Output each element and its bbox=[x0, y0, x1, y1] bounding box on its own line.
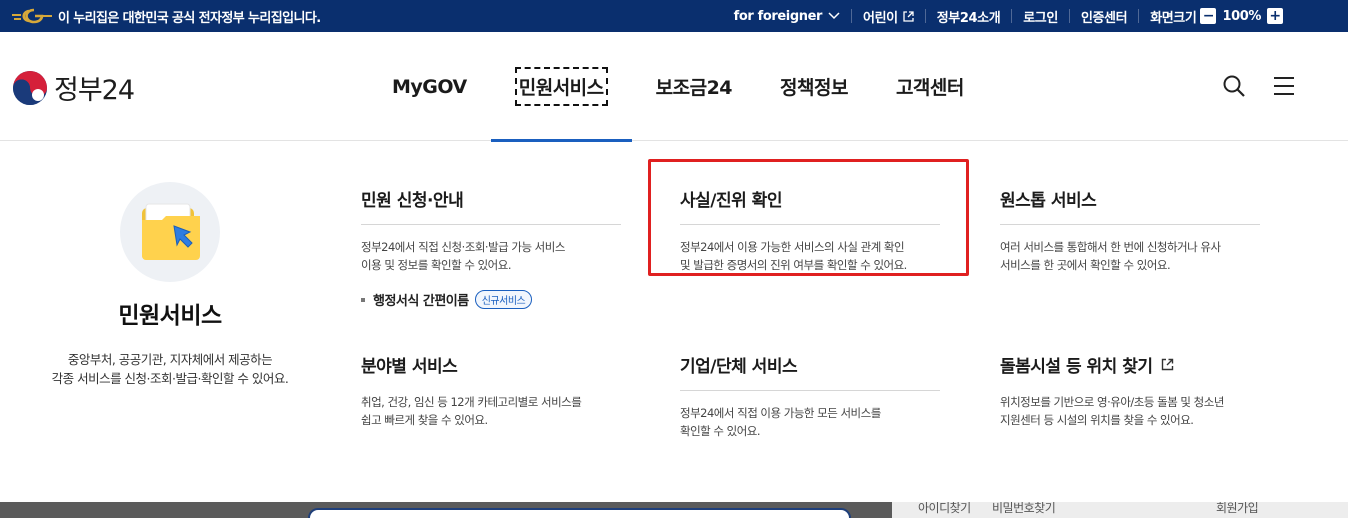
card-description-line: 이용 및 정보를 확인할 수 있어요. bbox=[361, 258, 511, 272]
card-title: 분야별 서비스 bbox=[361, 352, 621, 390]
cert-center-link[interactable]: 인증센터 bbox=[1068, 9, 1138, 26]
find-id-link[interactable]: 아이디찾기 bbox=[918, 502, 971, 516]
card-title: 기업/단체 서비스 bbox=[680, 352, 940, 391]
nav-civil-service[interactable]: 민원서비스 bbox=[490, 32, 632, 142]
find-password-link[interactable]: 비밀번호찾기 bbox=[992, 502, 1056, 516]
nav-mygov-label: MyGOV bbox=[392, 75, 467, 98]
card-description-line: 서비스를 한 곳에서 확인할 수 있어요. bbox=[1000, 258, 1171, 272]
card-business-service[interactable]: 기업/단체 서비스 정부24에서 직접 이용 가능한 모든 서비스를 확인할 수… bbox=[680, 352, 940, 440]
background-page: 아이디찾기 비밀번호찾기 회원가입 bbox=[0, 502, 1348, 518]
external-link-icon bbox=[1161, 358, 1173, 371]
admin-form-easy-name-link[interactable]: 행정서식 간편이름 신규서비스 bbox=[361, 290, 621, 309]
screen-size-label: 화면크기 bbox=[1150, 10, 1197, 26]
civil-service-mega-menu: 민원서비스 중앙부처, 공공기관, 지자체에서 제공하는 각종 서비스를 신청·… bbox=[0, 142, 1348, 502]
card-title-text: 분야별 서비스 bbox=[361, 357, 458, 377]
nav-customer-center-label: 고객센터 bbox=[895, 77, 964, 99]
card-description: 정부24에서 직접 신청·조회·발급 가능 서비스 이용 및 정보를 확인할 수… bbox=[361, 238, 621, 274]
card-care-facility-finder[interactable]: 돌봄시설 등 위치 찾기 위치정보를 기반으로 영·유아/초등 돌봄 및 청소년… bbox=[1000, 352, 1260, 429]
external-link-icon bbox=[903, 10, 914, 22]
card-title: 민원 신청·안내 bbox=[361, 186, 621, 225]
search-icon[interactable] bbox=[1222, 74, 1246, 98]
card-description-line: 정부24에서 직접 이용 가능한 모든 서비스를 bbox=[680, 406, 881, 420]
nav-policy-info-label: 정책정보 bbox=[780, 77, 848, 99]
chevron-down-icon bbox=[828, 12, 840, 20]
card-description-line: 확인할 수 있어요. bbox=[680, 424, 761, 438]
card-description-line: 지원센터 등 시설의 위치를 찾을 수 있어요. bbox=[1000, 413, 1194, 427]
about-gov24-label: 정부24소개 bbox=[936, 10, 1001, 26]
card-title: 원스톱 서비스 bbox=[1000, 186, 1260, 225]
highlight-box bbox=[648, 159, 969, 276]
zoom-out-button[interactable]: − bbox=[1200, 8, 1217, 24]
about-gov24-link[interactable]: 정부24소개 bbox=[924, 9, 1012, 26]
main-nav: MyGOV 민원서비스 보조금24 정책정보 고객센터 bbox=[368, 32, 988, 142]
kids-link[interactable]: 어린이 bbox=[851, 9, 925, 26]
e-government-logo bbox=[12, 8, 52, 24]
zoom-in-button[interactable]: + bbox=[1267, 8, 1283, 24]
for-foreigner-dropdown[interactable]: for foreigner bbox=[723, 8, 851, 24]
card-title-text: 민원 신청·안내 bbox=[361, 191, 464, 211]
site-header: 정부24 MyGOV 민원서비스 보조금24 정책정보 고객센터 bbox=[0, 32, 1348, 142]
menu-icon[interactable] bbox=[1272, 74, 1296, 98]
card-title-text: 원스톱 서비스 bbox=[1000, 191, 1097, 211]
folder-icon bbox=[142, 203, 200, 260]
login-label: 로그인 bbox=[1023, 10, 1058, 26]
card-onestop[interactable]: 원스톱 서비스 여러 서비스를 통합해서 한 번에 신청하거나 유사 서비스를 … bbox=[1000, 186, 1260, 274]
mega-description-line: 각종 서비스를 신청·조회·발급·확인할 수 있어요. bbox=[51, 371, 289, 386]
card-description: 취업, 건강, 임신 등 12개 카테고리별로 서비스를 쉽고 빠르게 찾을 수… bbox=[361, 393, 621, 429]
kids-label: 어린이 bbox=[863, 10, 898, 26]
mega-title: 민원서비스 bbox=[118, 303, 222, 329]
card-description: 정부24에서 직접 이용 가능한 모든 서비스를 확인할 수 있어요. bbox=[680, 404, 940, 440]
gov24-logo[interactable]: 정부24 bbox=[12, 68, 135, 107]
card-category-service[interactable]: 분야별 서비스 취업, 건강, 임신 등 12개 카테고리별로 서비스를 쉽고 … bbox=[361, 352, 621, 429]
for-foreigner-label: for foreigner bbox=[733, 8, 823, 24]
new-service-badge: 신규서비스 bbox=[474, 290, 533, 309]
nav-mygov[interactable]: MyGOV bbox=[368, 32, 491, 141]
taegeuk-logo-icon bbox=[13, 70, 47, 105]
nav-policy-info[interactable]: 정책정보 bbox=[756, 32, 872, 141]
card-description-line: 쉽고 빠르게 찾을 수 있어요. bbox=[361, 413, 488, 427]
nav-subsidy24[interactable]: 보조금24 bbox=[632, 32, 756, 141]
utility-nav: for foreigner 어린이 정부24소개 로그인 인증센터 화면크기 −… bbox=[723, 0, 1298, 32]
nav-subsidy24-label: 보조금24 bbox=[655, 77, 733, 99]
card-description-line: 여러 서비스를 통합해서 한 번에 신청하거나 유사 bbox=[1000, 240, 1221, 254]
gov-notice-bar: 이 누리집은 대한민국 공식 전자정부 누리집입니다. for foreigne… bbox=[0, 0, 1348, 32]
header-actions bbox=[1222, 74, 1296, 98]
card-description: 여러 서비스를 통합해서 한 번에 신청하거나 유사 서비스를 한 곳에서 확인… bbox=[1000, 238, 1260, 274]
nav-civil-service-label: 민원서비스 bbox=[514, 67, 608, 106]
search-bar-outline bbox=[308, 508, 851, 518]
folder-illustration bbox=[120, 182, 220, 282]
login-panel: 아이디찾기 비밀번호찾기 회원가입 bbox=[892, 502, 1348, 518]
card-description: 위치정보를 기반으로 영·유아/초등 돌봄 및 청소년 지원센터 등 시설의 위… bbox=[1000, 393, 1260, 429]
signup-link[interactable]: 회원가입 bbox=[1216, 502, 1259, 516]
bullet-icon bbox=[361, 297, 365, 302]
card-civil-apply[interactable]: 민원 신청·안내 정부24에서 직접 신청·조회·발급 가능 서비스 이용 및 … bbox=[361, 186, 621, 309]
sublink-label: 행정서식 간편이름 bbox=[373, 294, 469, 309]
mega-intro: 민원서비스 중앙부처, 공공기관, 지자체에서 제공하는 각종 서비스를 신청·… bbox=[20, 182, 320, 388]
cert-center-label: 인증센터 bbox=[1080, 10, 1128, 26]
mega-description: 중앙부처, 공공기관, 지자체에서 제공하는 각종 서비스를 신청·조회·발급·… bbox=[20, 350, 320, 388]
screen-size-control: 화면크기 − 100% + bbox=[1138, 8, 1298, 26]
card-title-text: 돌봄시설 등 위치 찾기 bbox=[1000, 357, 1153, 377]
nav-customer-center[interactable]: 고객센터 bbox=[872, 32, 988, 141]
zoom-level: 100% bbox=[1222, 8, 1261, 24]
logo-text: 정부24 bbox=[54, 75, 135, 106]
card-description-line: 위치정보를 기반으로 영·유아/초등 돌봄 및 청소년 bbox=[1000, 395, 1224, 409]
card-title: 돌봄시설 등 위치 찾기 bbox=[1000, 352, 1260, 390]
gov-notice-text: 이 누리집은 대한민국 공식 전자정부 누리집입니다. bbox=[58, 11, 321, 26]
mega-description-line: 중앙부처, 공공기관, 지자체에서 제공하는 bbox=[67, 352, 273, 367]
card-description-line: 정부24에서 직접 신청·조회·발급 가능 서비스 bbox=[361, 240, 565, 254]
card-title-text: 기업/단체 서비스 bbox=[680, 357, 798, 377]
login-link[interactable]: 로그인 bbox=[1011, 9, 1069, 26]
card-description-line: 취업, 건강, 임신 등 12개 카테고리별로 서비스를 bbox=[361, 395, 582, 409]
